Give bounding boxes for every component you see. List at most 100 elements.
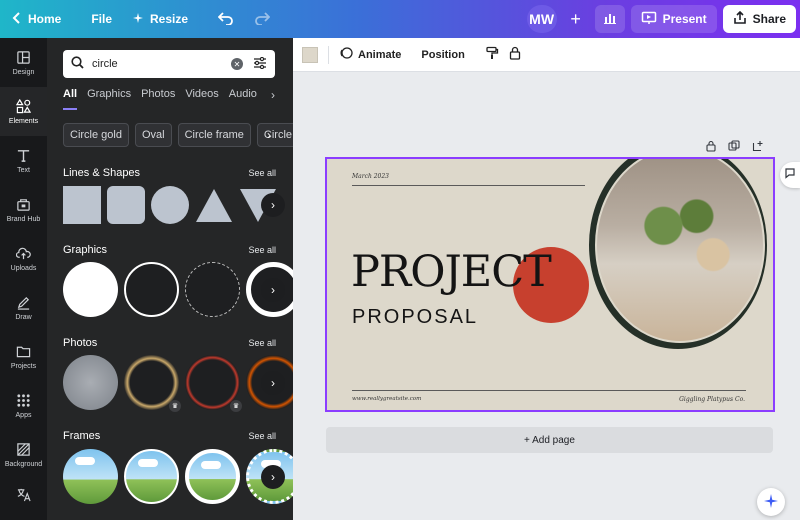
rail-item-brand-hub[interactable]: Brand Hub [0,185,47,234]
divider-line-bottom[interactable] [352,390,746,391]
rail-label: Design [12,68,35,76]
share-button[interactable]: Share [722,5,796,33]
rail-item-text[interactable]: Text [0,136,47,185]
chevron-right-icon[interactable]: › [261,193,285,217]
comment-button[interactable] [780,162,800,188]
rail-label: Draw [15,313,32,321]
lock-button[interactable] [509,46,521,63]
frame-circle-thick-border[interactable] [185,449,240,504]
present-button[interactable]: Present [630,5,717,33]
slide-tools [706,139,764,157]
rail-label: Brand Hub [6,215,41,223]
circle-shape[interactable] [151,186,189,224]
present-label: Present [662,12,707,26]
tab-all[interactable]: All [63,88,78,110]
magic-assistant-button[interactable] [757,488,785,516]
chevron-right-icon[interactable]: › [267,123,279,147]
chevron-right-icon[interactable]: › [271,88,275,102]
position-button[interactable]: Position [421,49,464,61]
color-swatch[interactable] [302,46,318,63]
section-title-frames: Frames [63,430,101,442]
frame-circle[interactable] [63,449,118,504]
crown-icon: ♛ [230,400,242,412]
slide-subtitle[interactable]: PROPOSAL [352,306,478,329]
translate-icon [17,488,31,501]
duplicate-icon[interactable] [728,139,740,157]
filter-sliders-icon[interactable] [253,56,267,72]
photo-red-light-circle[interactable]: ♛ [185,355,242,412]
rail-item-apps[interactable]: Apps [0,381,47,430]
shapes-row [63,186,277,229]
brand-hub-icon [17,198,30,211]
sparkle-icon [763,493,779,512]
rail-item-design[interactable]: Design [0,38,47,87]
slide[interactable]: March 2023 PROJECT PROPOSAL www.reallygr… [325,157,775,412]
footer-website[interactable]: www.reallygreatsite.com [352,396,421,402]
rail-item-elements[interactable]: Elements [0,87,47,136]
photo-gray-circle[interactable] [63,355,118,410]
tab-audio[interactable]: Audio [229,88,257,110]
tab-photos[interactable]: Photos [141,88,175,110]
editor-toolbar: Animate Position [293,38,800,72]
chevron-right-icon[interactable]: › [261,371,285,395]
rail-item-draw[interactable]: Draw [0,283,47,332]
see-all-photos[interactable]: See all [248,338,276,348]
text-icon [17,149,30,162]
slide-title[interactable]: PROJECT [351,247,552,297]
see-all-graphics[interactable]: See all [248,245,276,255]
footer-company[interactable]: Giggling Platypus Co. [679,396,745,403]
bar-chart-icon [603,11,617,28]
lock-icon[interactable] [706,139,716,157]
chip-circle-frame[interactable]: Circle frame [177,123,251,147]
avatar[interactable]: MW [526,5,557,33]
see-all-lines-shapes[interactable]: See all [248,168,276,178]
rounded-square-shape[interactable] [107,186,145,224]
redo-icon [254,11,271,28]
divider-line-top[interactable] [352,185,585,186]
home-button[interactable]: Home [0,0,71,38]
rail-label: Projects [10,362,37,370]
graphic-thin-circle[interactable] [185,262,240,317]
tab-graphics[interactable]: Graphics [87,88,131,110]
paint-roller-icon [485,46,499,63]
redo-button[interactable] [244,0,280,38]
rail-item-background[interactable]: Background [0,430,47,479]
rail-item-uploads[interactable]: Uploads [0,234,47,283]
graphic-filled-circle[interactable] [63,262,118,317]
tab-videos[interactable]: Videos [185,88,218,110]
clear-search-icon[interactable]: ✕ [231,58,243,70]
graphic-ring-circle[interactable] [124,262,179,317]
rail-item-projects[interactable]: Projects [0,332,47,381]
rail-item-translate[interactable] [0,479,47,509]
category-tabs: All Graphics Photos Videos Audio › [63,88,277,110]
resize-button[interactable]: Resize [122,0,198,38]
rail-label: Background [4,460,43,468]
add-collaborator-button[interactable]: + [563,9,589,30]
add-page-button[interactable]: + Add page [326,427,773,453]
undo-button[interactable] [208,0,244,38]
add-page-icon[interactable] [752,139,764,157]
see-all-frames[interactable]: See all [248,431,276,441]
insights-button[interactable] [594,5,625,33]
search-box[interactable]: circle ✕ [63,50,275,78]
elements-panel: circle ✕ All Graphics Photos Videos Audi… [47,38,293,520]
draw-icon [17,296,30,310]
magic-resize-icon [132,12,144,27]
chevron-left-icon [12,11,22,27]
chip-circle-gold[interactable]: Circle gold [63,123,129,147]
triangle-shape[interactable] [195,186,233,229]
square-shape[interactable] [63,186,101,224]
photo-gold-glitter-circle[interactable]: ♛ [124,355,181,412]
animate-button[interactable]: Animate [339,46,401,63]
file-menu[interactable]: File [81,0,122,38]
photos-row: ♛ ♛ [63,355,293,412]
section-title-photos: Photos [63,337,98,349]
chevron-right-icon[interactable]: › [261,278,285,302]
search-input[interactable]: circle [92,58,231,70]
chip-oval[interactable]: Oval [134,123,172,147]
slide-date[interactable]: March 2023 [352,173,389,180]
elements-icon [16,98,31,113]
copy-style-button[interactable] [485,46,499,63]
chevron-right-icon[interactable]: › [261,465,285,489]
frame-circle-border[interactable] [124,449,179,504]
